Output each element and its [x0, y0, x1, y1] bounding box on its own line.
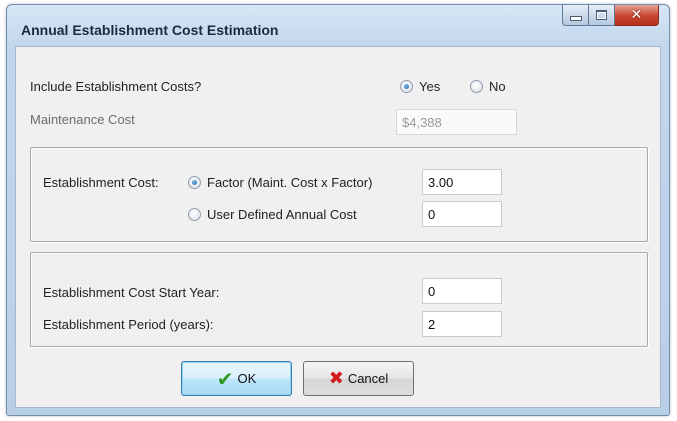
include-costs-label: Include Establishment Costs? — [30, 79, 202, 94]
maximize-icon — [596, 10, 607, 20]
establishment-period-group: Establishment Cost Start Year: 0 Establi… — [30, 252, 648, 347]
radio-unchecked-icon — [470, 80, 483, 93]
cancel-label: Cancel — [347, 371, 389, 386]
cancel-button[interactable]: ✖ Cancel — [303, 361, 414, 396]
dialog-window: Annual Establishment Cost Estimation ✕ I… — [6, 4, 670, 416]
start-year-field[interactable]: 0 — [422, 278, 502, 304]
user-defined-radio[interactable]: User Defined Annual Cost — [188, 207, 357, 222]
factor-radio[interactable]: Factor (Maint. Cost x Factor) — [188, 175, 372, 190]
establishment-cost-label: Establishment Cost: — [43, 175, 159, 190]
radio-checked-icon — [188, 176, 201, 189]
user-defined-field[interactable]: 0 — [422, 201, 502, 227]
establishment-period-label: Establishment Period (years): — [43, 317, 214, 332]
window-title: Annual Establishment Cost Estimation — [21, 22, 279, 38]
user-defined-label: User Defined Annual Cost — [207, 207, 357, 222]
title-bar[interactable]: Annual Establishment Cost Estimation ✕ — [7, 5, 669, 47]
close-button[interactable]: ✕ — [615, 5, 659, 26]
establishment-period-field[interactable]: 2 — [422, 311, 502, 337]
include-yes-radio[interactable]: Yes — [400, 79, 440, 94]
maximize-button[interactable] — [589, 5, 615, 26]
radio-unchecked-icon — [188, 208, 201, 221]
minimize-icon — [569, 15, 582, 21]
close-icon: ✕ — [630, 7, 643, 23]
minimize-button[interactable] — [562, 5, 589, 26]
include-no-radio[interactable]: No — [470, 79, 506, 94]
start-year-label: Establishment Cost Start Year: — [43, 285, 220, 300]
factor-field[interactable]: 3.00 — [422, 169, 502, 195]
checkmark-icon: ✔ — [216, 366, 234, 391]
ok-label: OK — [237, 371, 257, 386]
factor-label: Factor (Maint. Cost x Factor) — [207, 175, 373, 190]
caption-buttons: ✕ — [562, 5, 659, 27]
radio-checked-icon — [400, 80, 413, 93]
establishment-cost-group: Establishment Cost: Factor (Maint. Cost … — [30, 147, 648, 242]
include-no-label: No — [489, 79, 506, 94]
include-yes-label: Yes — [419, 79, 441, 94]
cancel-x-icon: ✖ — [328, 368, 344, 389]
ok-button[interactable]: ✔ OK — [181, 361, 292, 396]
maintenance-cost-field: $4,388 — [396, 109, 517, 135]
maintenance-cost-label: Maintenance Cost — [30, 112, 135, 127]
dialog-body: Include Establishment Costs? Yes No Main… — [15, 46, 661, 408]
